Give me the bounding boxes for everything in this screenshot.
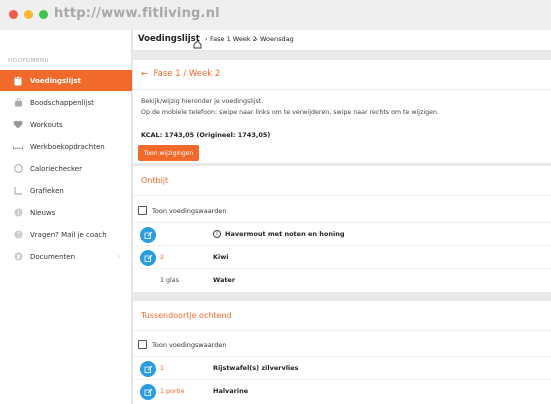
week-card: ← Fase 1 / Week 2 Bekijk/wijzig hieronde… [133,60,551,163]
document-icon [10,252,26,261]
sidebar-item-label: Vragen? Mail je coach [30,230,107,239]
food-name: Halvarine [213,387,249,395]
divider [133,245,551,246]
chart-icon [10,186,26,195]
kcal-summary: KCAL: 1743,05 (Origineel: 1743,05) [141,131,271,139]
meal-title: Ontbijt [141,176,169,185]
circle-icon [10,164,26,173]
nutrition-checkbox[interactable] [138,340,147,349]
arrow-left-icon: ← [141,69,154,79]
show-changes-button[interactable]: Toon wijzigingen [138,145,199,161]
main-content: ← Fase 1 / Week 2 Bekijk/wijzig hieronde… [133,51,551,404]
divider [133,222,551,223]
sidebar-item-label: Workouts [30,120,63,129]
breadcrumb-separator: › [255,35,258,43]
sidebar-item-boodschappenlijst[interactable]: Boodschappenlijst [0,92,132,113]
week-heading[interactable]: ← Fase 1 / Week 2 [141,69,220,79]
edit-icon [144,388,152,396]
chevron-right-icon: › [117,253,120,260]
sidebar: HOOFDMENU Voedingslijst Boodschappenlijs… [0,30,132,404]
intro-text-2: Op de mobiele telefoon: swipe naar links… [141,109,439,116]
food-row: i Havermout met noten en honing [133,224,551,246]
clipboard-icon [10,75,26,86]
food-name: Rijstwafel(s) zilvervlies [213,364,299,372]
edit-button[interactable] [140,250,156,266]
close-window-button[interactable] [9,10,18,19]
divider [133,356,551,357]
edit-button[interactable] [140,227,156,243]
shopping-bag-icon [10,98,26,107]
sidebar-item-label: Werkboekopdrachten [30,142,105,151]
divider [133,330,551,331]
sidebar-section-label: HOOFDMENU [8,58,50,64]
sidebar-item-label: Boodschappenlijst [30,98,94,107]
edit-button[interactable] [140,384,156,400]
sidebar-item-label: Caloriechecker [30,164,82,173]
edit-icon [144,365,152,373]
meal-card-ontbijt: Ontbijt Toon voedingswaarden i Havermout … [133,166,551,292]
food-name-label: Havermout met noten en honing [225,230,345,238]
sidebar-item-caloriechecker[interactable]: Caloriechecker [0,158,132,179]
food-qty: 2 [160,254,165,261]
sidebar-item-vragen[interactable]: ? Vragen? Mail je coach [0,224,132,245]
meal-card-tussendoortje-ochtend: Tussendoortje ochtend Toon voedingswaard… [133,301,551,404]
sidebar-item-grafieken[interactable]: Grafieken [0,180,132,201]
sidebar-item-label: Voedingslijst [30,76,81,85]
food-row: 1 Rijstwafel(s) zilvervlies [133,358,551,380]
browser-chrome: http://www.fitliving.nl [0,0,551,30]
food-name: Kiwi [213,253,229,261]
edit-button[interactable] [140,361,156,377]
breadcrumb-week[interactable]: Fase 1 Week 2 [210,35,257,43]
food-name: Water [213,276,236,284]
page-header: Voedingslijst › Fase 1 Week 2 › Woensdag [133,30,551,51]
food-qty: 1 portie [160,388,185,395]
food-qty: 1 [160,365,165,372]
nutrition-toggle[interactable]: Toon voedingswaarden [138,206,226,215]
breadcrumb-day: Woensdag [260,35,294,43]
nutrition-toggle-label: Toon voedingswaarden [152,340,227,349]
sidebar-item-werkboekopdrachten[interactable]: Werkboekopdrachten [0,136,132,157]
svg-text:?: ? [16,232,19,239]
nutrition-checkbox[interactable] [138,206,147,215]
minimize-window-button[interactable] [24,10,33,19]
sidebar-item-workouts[interactable]: Workouts [0,114,132,135]
sidebar-item-voedingslijst[interactable]: Voedingslijst [0,70,132,91]
meal-title: Tussendoortje ochtend [141,311,232,320]
food-row: 1 portie Halvarine [133,381,551,403]
divider [133,379,551,380]
heart-icon [10,120,26,129]
divider [133,195,551,196]
divider [133,268,551,269]
maximize-window-button[interactable] [39,10,48,19]
edit-icon [144,231,152,239]
divider [133,89,551,90]
info-icon[interactable]: i [213,230,221,238]
edit-icon [144,254,152,262]
food-row: 1 glas Water [133,270,551,292]
address-bar[interactable]: http://www.fitliving.nl [54,6,220,21]
week-heading-label: Fase 1 / Week 2 [153,69,221,79]
page-title: Voedingslijst [138,34,200,44]
sidebar-item-documenten[interactable]: Documenten › [0,246,132,267]
info-icon [10,208,26,217]
food-name: i Havermout met noten en honing [213,230,345,238]
food-qty: 1 glas [160,277,179,284]
sidebar-item-nieuws[interactable]: Nieuws [0,202,132,223]
nutrition-toggle-label: Toon voedingswaarden [152,206,227,215]
nutrition-toggle[interactable]: Toon voedingswaarden [138,340,226,349]
intro-text-1: Bekijk/wijzig hieronder je voedingslijst… [141,98,264,105]
question-icon: ? [10,230,26,239]
sidebar-item-label: Grafieken [30,186,64,195]
sidebar-item-label: Documenten [30,252,76,261]
book-icon [10,143,26,151]
sidebar-item-label: Nieuws [30,208,56,217]
food-row: 2 Kiwi [133,247,551,269]
breadcrumb-separator: › [205,35,208,43]
